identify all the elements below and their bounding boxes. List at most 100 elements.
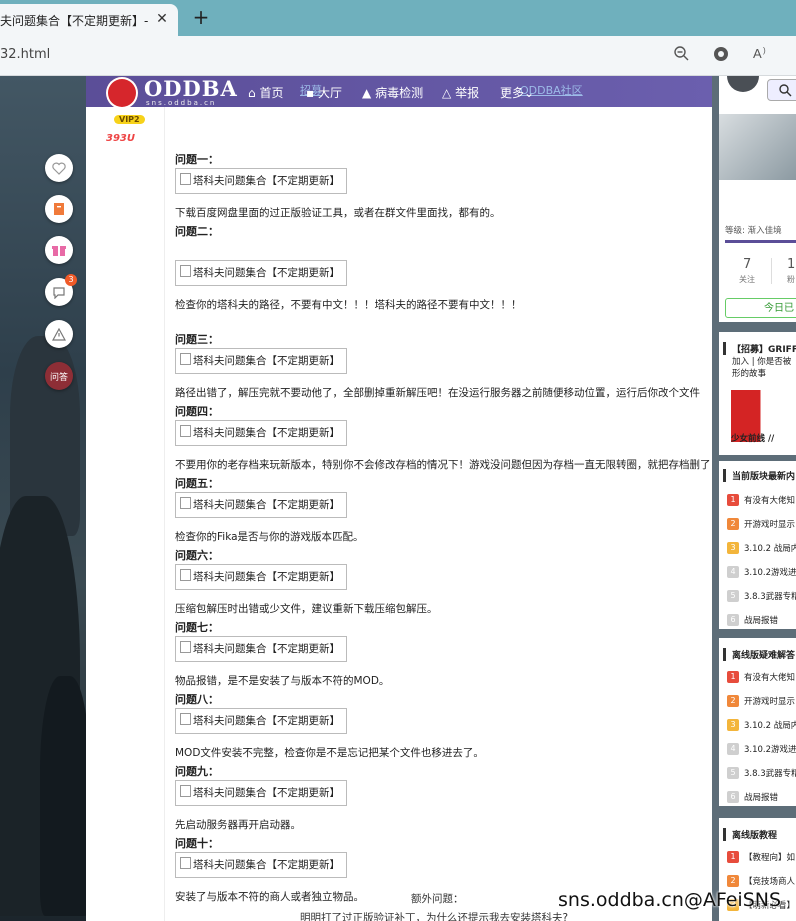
user-level: 等级: 渐入佳境 xyxy=(725,226,782,236)
level-progress-bar xyxy=(725,240,796,243)
sidebar-item-title: 开游戏时显示 xyxy=(744,520,796,530)
sidebar-list-item[interactable]: 3 3.10.2 战局内 xyxy=(719,715,796,739)
answer-text: 下载百度网盘里面的过正版验证工具，或者在群文件里面找，都有的。 xyxy=(175,207,501,219)
user-card: 等级: 渐入佳境 7 关注 1 粉 今日已 xyxy=(719,76,796,322)
read-aloud-icon[interactable]: A) xyxy=(751,45,771,65)
broken-image[interactable]: 塔科夫问题集合【不定期更新】 xyxy=(175,564,347,590)
site-logo-text[interactable]: ODDBA xyxy=(144,76,238,101)
broken-image[interactable]: 塔科夫问题集合【不定期更新】 xyxy=(175,420,347,446)
image-alt-text: 塔科夫问题集合【不定期更新】 xyxy=(193,715,340,727)
comment-count-badge: 3 xyxy=(65,274,77,286)
rank-number: 5 xyxy=(727,767,739,779)
web-page: 3 问答 ODDBA sns.oddba.cn 招募 ODDBA社区 ⌂ 首页 … xyxy=(0,76,796,921)
user-avatar[interactable] xyxy=(727,76,759,92)
nav-more[interactable]: 更多⌄ xyxy=(500,84,534,101)
sidebar-list-item[interactable]: 6 战局报错 xyxy=(719,787,796,806)
site-logo-icon[interactable] xyxy=(106,77,138,109)
image-alt-text: 塔科夫问题集合【不定期更新】 xyxy=(193,859,340,871)
tutorial-title: 离线版教程 xyxy=(723,828,796,841)
question-heading: 问题二： xyxy=(175,225,219,238)
sidebar-item-title: 3.8.3武器专精 xyxy=(744,592,796,602)
report-warning-icon[interactable] xyxy=(45,320,73,348)
sidebar-list-item[interactable]: 6 战局报错 xyxy=(719,610,796,629)
answer-text: 路径出错了，解压完就不要动他了，全部删掉重新解压吧！在没运行服务器之前随便移动位… xyxy=(175,387,700,399)
url-field[interactable]: 32.html xyxy=(0,47,50,62)
gift-icon[interactable] xyxy=(45,236,73,264)
recruit-title[interactable]: 【招募】GRIFF xyxy=(723,342,796,355)
broken-image[interactable]: 塔科夫问题集合【不定期更新】 xyxy=(175,708,347,734)
answer-text: 检查你的塔科夫的路径，不要有中文！！！塔科夫的路径不要有中文！！！ xyxy=(175,299,522,311)
image-alt-text: 塔科夫问题集合【不定期更新】 xyxy=(193,427,340,439)
vip-badge: VIP2 xyxy=(114,115,145,124)
broken-image-icon xyxy=(180,353,191,365)
answer-text: MOD文件安装不完整，检查你是不是忘记把某个文件也移进去了。 xyxy=(175,747,484,759)
rank-number: 2 xyxy=(727,695,739,707)
rank-number: 4 xyxy=(727,743,739,755)
question-heading: 问题三： xyxy=(175,333,219,346)
warning-icon: ▲ xyxy=(362,86,372,100)
latest-title: 当前版块最新内 xyxy=(723,469,796,482)
broken-image[interactable]: 塔科夫问题集合【不定期更新】 xyxy=(175,636,347,662)
sidebar-item-title: 【竞技场商人 xyxy=(744,877,796,887)
sidebar-list-item[interactable]: 2 开游戏时显示 xyxy=(719,514,796,538)
sidebar-list-item[interactable]: 5 3.8.3武器专精 xyxy=(719,586,796,610)
question-heading: 问题一： xyxy=(175,153,219,166)
sidebar-list-item[interactable]: 5 3.8.3武器专精 xyxy=(719,763,796,787)
edge-tracking-icon[interactable] xyxy=(711,45,731,65)
rank-number: 2 xyxy=(727,875,739,887)
question-heading: 问题八： xyxy=(175,693,219,706)
image-alt-text: 塔科夫问题集合【不定期更新】 xyxy=(193,571,340,583)
broken-image[interactable]: 塔科夫问题集合【不定期更新】 xyxy=(175,168,347,194)
report-icon: △ xyxy=(442,86,452,100)
hall-icon: ▪ xyxy=(306,86,315,100)
question-heading: 问题七： xyxy=(175,621,219,634)
latest-card: 当前版块最新内 1 有没有大佬知 2 开游戏时显示 3 3.10.2 战局内 4 3.10.2… xyxy=(719,461,796,629)
qa-button[interactable]: 问答 xyxy=(45,362,73,390)
sidebar-item-title: 3.8.3武器专精 xyxy=(744,769,796,779)
sidebar-list-item[interactable]: 4 3.10.2游戏进 xyxy=(719,562,796,586)
comment-icon[interactable]: 3 xyxy=(45,274,77,306)
search-icon[interactable] xyxy=(767,79,796,101)
nav-virus-check[interactable]: ▲ 病毒检测 xyxy=(362,84,423,101)
question-heading: 问题四： xyxy=(175,405,219,418)
question-heading: 问题五： xyxy=(175,477,219,490)
rank-number: 1 xyxy=(727,494,739,506)
sidebar-list-item[interactable]: 2 开游戏时显示 xyxy=(719,691,796,715)
sidebar-item-title: 3.10.2游戏进 xyxy=(744,568,796,578)
like-icon[interactable] xyxy=(45,154,73,182)
nav-hall[interactable]: ▪ 大厅 xyxy=(306,84,342,101)
new-tab-button[interactable]: + xyxy=(190,6,212,28)
background-art-left xyxy=(0,76,90,921)
broken-image[interactable]: 塔科夫问题集合【不定期更新】 xyxy=(175,260,347,286)
browser-tab[interactable]: 夫问题集合【不定期更新】-C ✕ xyxy=(0,4,178,36)
faq-card: 离线版疑难解答 1 有没有大佬知 2 开游戏时显示 3 3.10.2 战局内 4 3.10.2… xyxy=(719,638,796,806)
tab-title: 夫问题集合【不定期更新】-C xyxy=(0,13,148,28)
rank-number: 6 xyxy=(727,791,739,803)
checkin-button[interactable]: 今日已 xyxy=(725,298,796,318)
nav-home[interactable]: ⌂ 首页 xyxy=(248,84,283,101)
svg-text:A: A xyxy=(753,46,762,61)
zoom-out-icon[interactable] xyxy=(671,45,691,65)
broken-image[interactable]: 塔科夫问题集合【不定期更新】 xyxy=(175,492,347,518)
sidebar-list-item[interactable]: 4 3.10.2游戏进 xyxy=(719,739,796,763)
sidebar-list-item[interactable]: 1 有没有大佬知 xyxy=(719,667,796,691)
sidebar-list-item[interactable]: 3 3.10.2 战局内 xyxy=(719,538,796,562)
image-alt-text: 塔科夫问题集合【不定期更新】 xyxy=(193,499,340,511)
broken-image[interactable]: 塔科夫问题集合【不定期更新】 xyxy=(175,852,347,878)
rank-number: 4 xyxy=(727,566,739,578)
follow-count[interactable]: 7 xyxy=(743,257,751,272)
sidebar-item-title: 3.10.2游戏进 xyxy=(744,745,796,755)
image-alt-text: 塔科夫问题集合【不定期更新】 xyxy=(193,643,340,655)
sidebar-list-item[interactable]: 1 【教程向】如 xyxy=(719,847,796,871)
close-tab-icon[interactable]: ✕ xyxy=(154,11,170,27)
sidebar-list-item[interactable]: 1 有没有大佬知 xyxy=(719,490,796,514)
nav-report[interactable]: △ 举报 xyxy=(442,84,479,101)
image-alt-text: 塔科夫问题集合【不定期更新】 xyxy=(193,175,340,187)
answer-text: 不要用你的老存档来玩新版本，特别你不会修改存档的情况下！游戏没问题但因为存档一直… xyxy=(175,459,711,471)
favorite-icon[interactable] xyxy=(45,195,73,223)
site-navbar: ODDBA sns.oddba.cn 招募 ODDBA社区 ⌂ 首页 ▪ 大厅 … xyxy=(86,76,712,109)
fans-count[interactable]: 1 xyxy=(787,257,795,272)
recruit-line-2: 加入 | 你是否被 xyxy=(732,357,792,367)
broken-image[interactable]: 塔科夫问题集合【不定期更新】 xyxy=(175,348,347,374)
broken-image[interactable]: 塔科夫问题集合【不定期更新】 xyxy=(175,780,347,806)
